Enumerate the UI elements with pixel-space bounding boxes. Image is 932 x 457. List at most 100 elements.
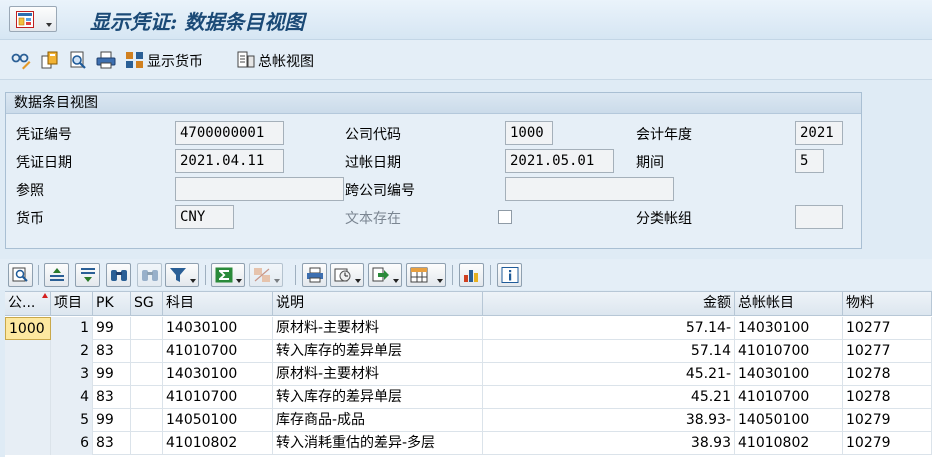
table-row[interactable]: 3 99 14030100 原材料-主要材料 45.21- 14030100 1… bbox=[5, 363, 932, 386]
company-code-cell[interactable]: 1000 bbox=[5, 317, 51, 340]
item-cell[interactable]: 6 bbox=[51, 432, 93, 455]
pk-cell[interactable]: 99 bbox=[93, 317, 131, 340]
item-cell[interactable]: 1 bbox=[51, 317, 93, 340]
filter-button[interactable] bbox=[165, 263, 199, 287]
material-cell[interactable]: 10277 bbox=[843, 317, 932, 340]
printer-icon[interactable] bbox=[96, 50, 116, 70]
reference-field[interactable] bbox=[175, 177, 344, 201]
pk-cell[interactable]: 99 bbox=[93, 363, 131, 386]
amount-cell[interactable]: 57.14- bbox=[483, 317, 735, 340]
item-cell[interactable]: 4 bbox=[51, 386, 93, 409]
display-document-icon[interactable] bbox=[68, 50, 88, 70]
sg-cell[interactable] bbox=[131, 340, 163, 363]
text-exists-checkbox[interactable] bbox=[498, 210, 512, 224]
table-row[interactable]: 5 99 14050100 库存商品-成品 38.93- 14050100 10… bbox=[5, 409, 932, 432]
system-menu-button[interactable] bbox=[9, 6, 57, 32]
col-amount[interactable]: 金额 bbox=[483, 292, 735, 316]
text-cell[interactable]: 转入库存的差异单层 bbox=[273, 340, 483, 363]
company-code-field[interactable]: 1000 bbox=[505, 121, 553, 145]
ledger-view-button[interactable]: 总帐视图 bbox=[258, 51, 314, 71]
text-cell[interactable]: 库存商品-成品 bbox=[273, 409, 483, 432]
pk-cell[interactable]: 83 bbox=[93, 340, 131, 363]
amount-cell[interactable]: 38.93 bbox=[483, 432, 735, 455]
col-material[interactable]: 物料 bbox=[843, 292, 932, 316]
sg-cell[interactable] bbox=[131, 386, 163, 409]
col-text[interactable]: 说明 bbox=[273, 292, 483, 316]
col-item[interactable]: 项目 bbox=[51, 292, 93, 316]
pk-cell[interactable]: 83 bbox=[93, 432, 131, 455]
amount-cell[interactable]: 45.21 bbox=[483, 386, 735, 409]
period-field[interactable]: 5 bbox=[795, 149, 824, 173]
details-button[interactable] bbox=[8, 263, 33, 287]
company-code-cell[interactable] bbox=[5, 386, 51, 409]
text-cell[interactable]: 转入库存的差异单层 bbox=[273, 386, 483, 409]
material-cell[interactable]: 10279 bbox=[843, 432, 932, 455]
account-cell[interactable]: 41010802 bbox=[163, 432, 273, 455]
display-currency-button[interactable]: 显示货币 bbox=[147, 51, 203, 71]
information-button[interactable] bbox=[497, 263, 522, 287]
item-cell[interactable]: 3 bbox=[51, 363, 93, 386]
sort-descending-button[interactable] bbox=[75, 263, 100, 287]
table-row[interactable]: 6 83 41010802 转入消耗重估的差异-多层 38.93 4101080… bbox=[5, 432, 932, 455]
export-button[interactable] bbox=[368, 263, 402, 287]
company-code-cell[interactable] bbox=[5, 432, 51, 455]
item-cell[interactable]: 2 bbox=[51, 340, 93, 363]
gl-account-cell[interactable]: 41010700 bbox=[735, 340, 843, 363]
cross-company-number-field[interactable] bbox=[505, 177, 674, 201]
amount-cell[interactable]: 38.93- bbox=[483, 409, 735, 432]
fiscal-year-field[interactable]: 2021 bbox=[795, 121, 843, 145]
sg-cell[interactable] bbox=[131, 317, 163, 340]
ledger-group-field[interactable] bbox=[795, 205, 843, 229]
text-cell[interactable]: 原材料-主要材料 bbox=[273, 363, 483, 386]
account-cell[interactable]: 41010700 bbox=[163, 386, 273, 409]
table-row[interactable]: 4 83 41010700 转入库存的差异单层 45.21 41010700 1… bbox=[5, 386, 932, 409]
text-cell[interactable]: 转入消耗重估的差异-多层 bbox=[273, 432, 483, 455]
sort-ascending-button[interactable] bbox=[44, 263, 69, 287]
layout-button[interactable] bbox=[406, 263, 446, 287]
col-pk[interactable]: PK bbox=[93, 292, 131, 316]
sg-cell[interactable] bbox=[131, 409, 163, 432]
col-sg[interactable]: SG bbox=[131, 292, 163, 316]
glasses-edit-icon[interactable] bbox=[11, 50, 31, 70]
gl-account-cell[interactable]: 14030100 bbox=[735, 317, 843, 340]
subtotal-button[interactable] bbox=[249, 263, 283, 287]
text-cell[interactable]: 原材料-主要材料 bbox=[273, 317, 483, 340]
doc-number-field[interactable]: 4700000001 bbox=[175, 121, 284, 145]
sg-cell[interactable] bbox=[131, 363, 163, 386]
account-cell[interactable]: 41010700 bbox=[163, 340, 273, 363]
find-button[interactable] bbox=[106, 263, 131, 287]
material-cell[interactable]: 10278 bbox=[843, 363, 932, 386]
total-button[interactable] bbox=[211, 263, 245, 287]
gl-account-cell[interactable]: 41010700 bbox=[735, 386, 843, 409]
col-gl-account[interactable]: 总帐帐目 bbox=[735, 292, 843, 316]
account-cell[interactable]: 14030100 bbox=[163, 363, 273, 386]
amount-cell[interactable]: 45.21- bbox=[483, 363, 735, 386]
table-row[interactable]: 2 83 41010700 转入库存的差异单层 57.14 41010700 1… bbox=[5, 340, 932, 363]
pk-cell[interactable]: 99 bbox=[93, 409, 131, 432]
item-cell[interactable]: 5 bbox=[51, 409, 93, 432]
sg-cell[interactable] bbox=[131, 432, 163, 455]
company-code-cell[interactable] bbox=[5, 340, 51, 363]
gl-account-cell[interactable]: 41010802 bbox=[735, 432, 843, 455]
material-cell[interactable]: 10277 bbox=[843, 340, 932, 363]
gl-account-cell[interactable]: 14050100 bbox=[735, 409, 843, 432]
company-code-cell[interactable] bbox=[5, 363, 51, 386]
gl-account-cell[interactable]: 14030100 bbox=[735, 363, 843, 386]
views-button[interactable] bbox=[330, 263, 364, 287]
graphic-button[interactable] bbox=[459, 263, 484, 287]
currency-field[interactable]: CNY bbox=[175, 205, 234, 229]
currency-icon[interactable] bbox=[125, 50, 145, 70]
material-cell[interactable]: 10279 bbox=[843, 409, 932, 432]
material-cell[interactable]: 10278 bbox=[843, 386, 932, 409]
account-cell[interactable]: 14030100 bbox=[163, 317, 273, 340]
pk-cell[interactable]: 83 bbox=[93, 386, 131, 409]
company-code-cell[interactable] bbox=[5, 409, 51, 432]
amount-cell[interactable]: 57.14 bbox=[483, 340, 735, 363]
doc-date-field[interactable]: 2021.04.11 bbox=[175, 149, 284, 173]
account-cell[interactable]: 14050100 bbox=[163, 409, 273, 432]
posting-date-field[interactable]: 2021.05.01 bbox=[505, 149, 614, 173]
col-account[interactable]: 科目 bbox=[163, 292, 273, 316]
copy-document-icon[interactable] bbox=[40, 50, 60, 70]
find-next-button[interactable] bbox=[137, 263, 162, 287]
ledger-view-icon[interactable] bbox=[236, 50, 256, 70]
